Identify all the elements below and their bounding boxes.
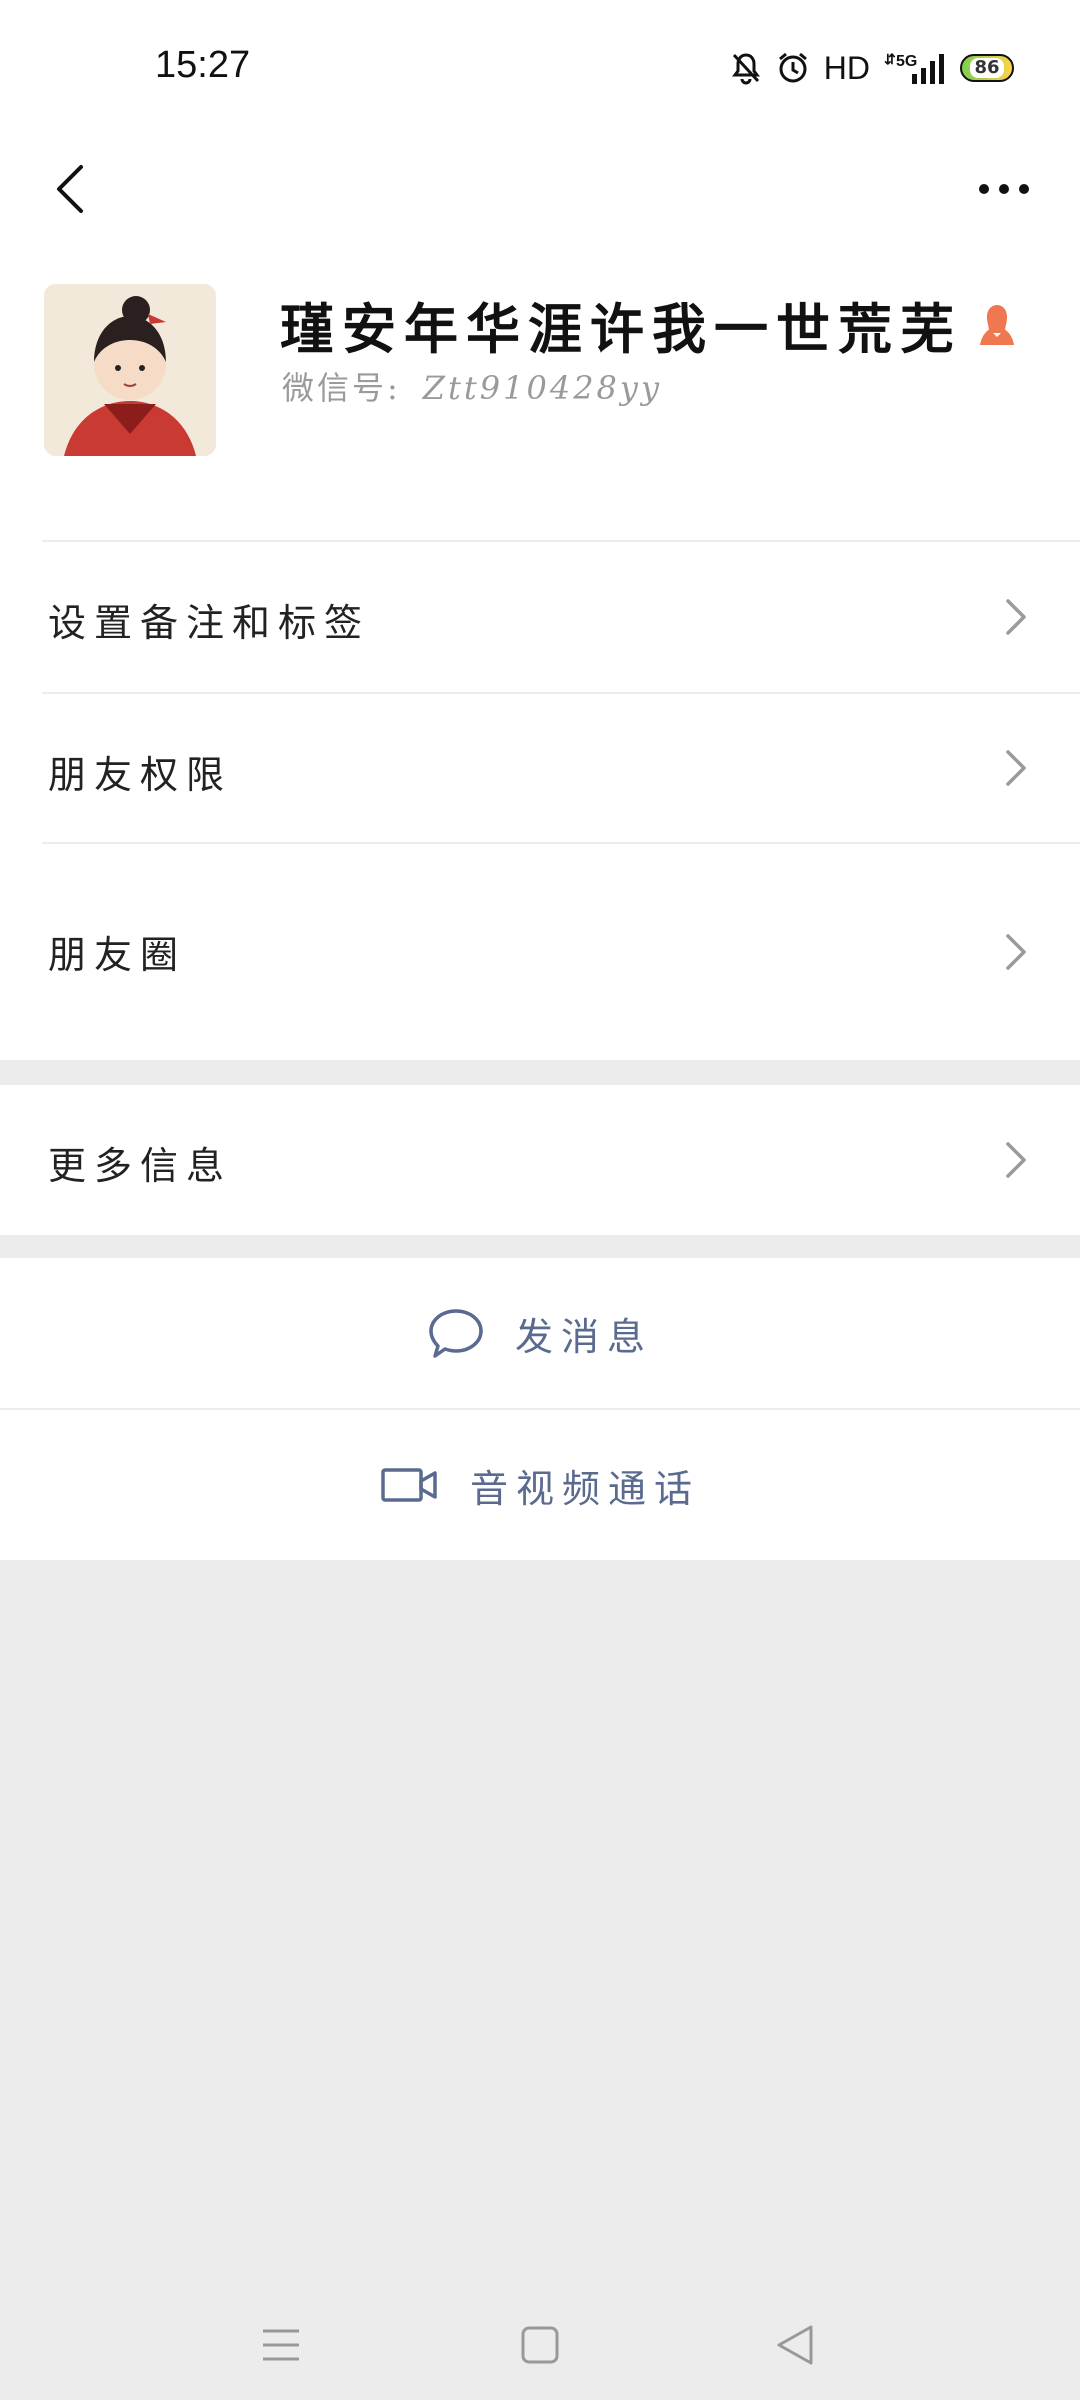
chevron-right-icon [1006,599,1026,635]
home-square-icon [521,2326,559,2364]
moments-label: 朋友圈 [48,933,187,977]
remark-tags-row[interactable]: 设置备注和标签 [0,542,1080,692]
chat-bubble-icon [429,1309,483,1358]
female-icon [980,304,1014,345]
alarm-clock-icon [778,52,807,83]
chevron-right-icon [1006,1142,1026,1178]
friend-permissions-label: 朋友权限 [48,753,233,797]
battery-level: 86 [970,58,1004,78]
more-info-row[interactable]: 更多信息 [0,1085,1080,1235]
hd-indicator: HD [823,49,870,86]
system-back-button[interactable] [760,2310,830,2380]
send-message-button[interactable]: 发消息 [0,1258,1080,1408]
remark-tags-label: 设置备注和标签 [48,601,371,645]
more-info-label: 更多信息 [48,1144,233,1188]
profile-header: 瑾安年华涯许我一世荒芜 微信号: Ztt910428yy [0,255,1080,540]
status-bar: 15:27 HD ⇵ 5G 86 [0,0,1080,135]
svg-text:⇵: ⇵ [884,51,896,67]
avatar[interactable] [44,284,216,456]
video-call-label: 音视频通话 [469,1466,700,1511]
mute-bell-icon [731,53,760,85]
top-nav [0,135,1080,255]
home-button[interactable] [505,2310,575,2380]
chevron-right-icon [1006,750,1026,786]
video-camera-icon [381,1468,437,1502]
moments-row[interactable]: 朋友圈 [0,844,1080,1060]
video-call-button[interactable]: 音视频通话 [0,1410,1080,1560]
back-triangle-icon [777,2325,813,2365]
system-nav-bar [0,2280,1080,2400]
send-message-label: 发消息 [514,1314,653,1359]
status-icons: HD ⇵ 5G 86 [730,46,1014,90]
name-row: 瑾安年华涯许我一世荒芜 [280,285,1018,364]
wechat-id-label: 微信号: [282,369,401,407]
friend-permissions-row[interactable]: 朋友权限 [0,694,1080,842]
chevron-left-icon [57,165,83,213]
wechat-id-row: 微信号: Ztt910428yy [282,363,662,409]
signal-icon: ⇵ 5G [884,51,944,84]
network-label: 5G [896,53,917,70]
wechat-id-value: Ztt910428yy [422,369,663,407]
recent-apps-button[interactable] [246,2310,316,2380]
chevron-right-icon [1006,934,1026,970]
status-time: 15:27 [155,44,251,86]
battery-icon: 86 [960,54,1014,82]
avatar-illustration [44,284,216,456]
ellipsis-icon [979,184,1029,194]
menu-icon [263,2329,299,2361]
back-button[interactable] [30,149,110,229]
more-button[interactable] [964,149,1044,229]
profile-name: 瑾安年华涯许我一世荒芜 [280,297,962,361]
